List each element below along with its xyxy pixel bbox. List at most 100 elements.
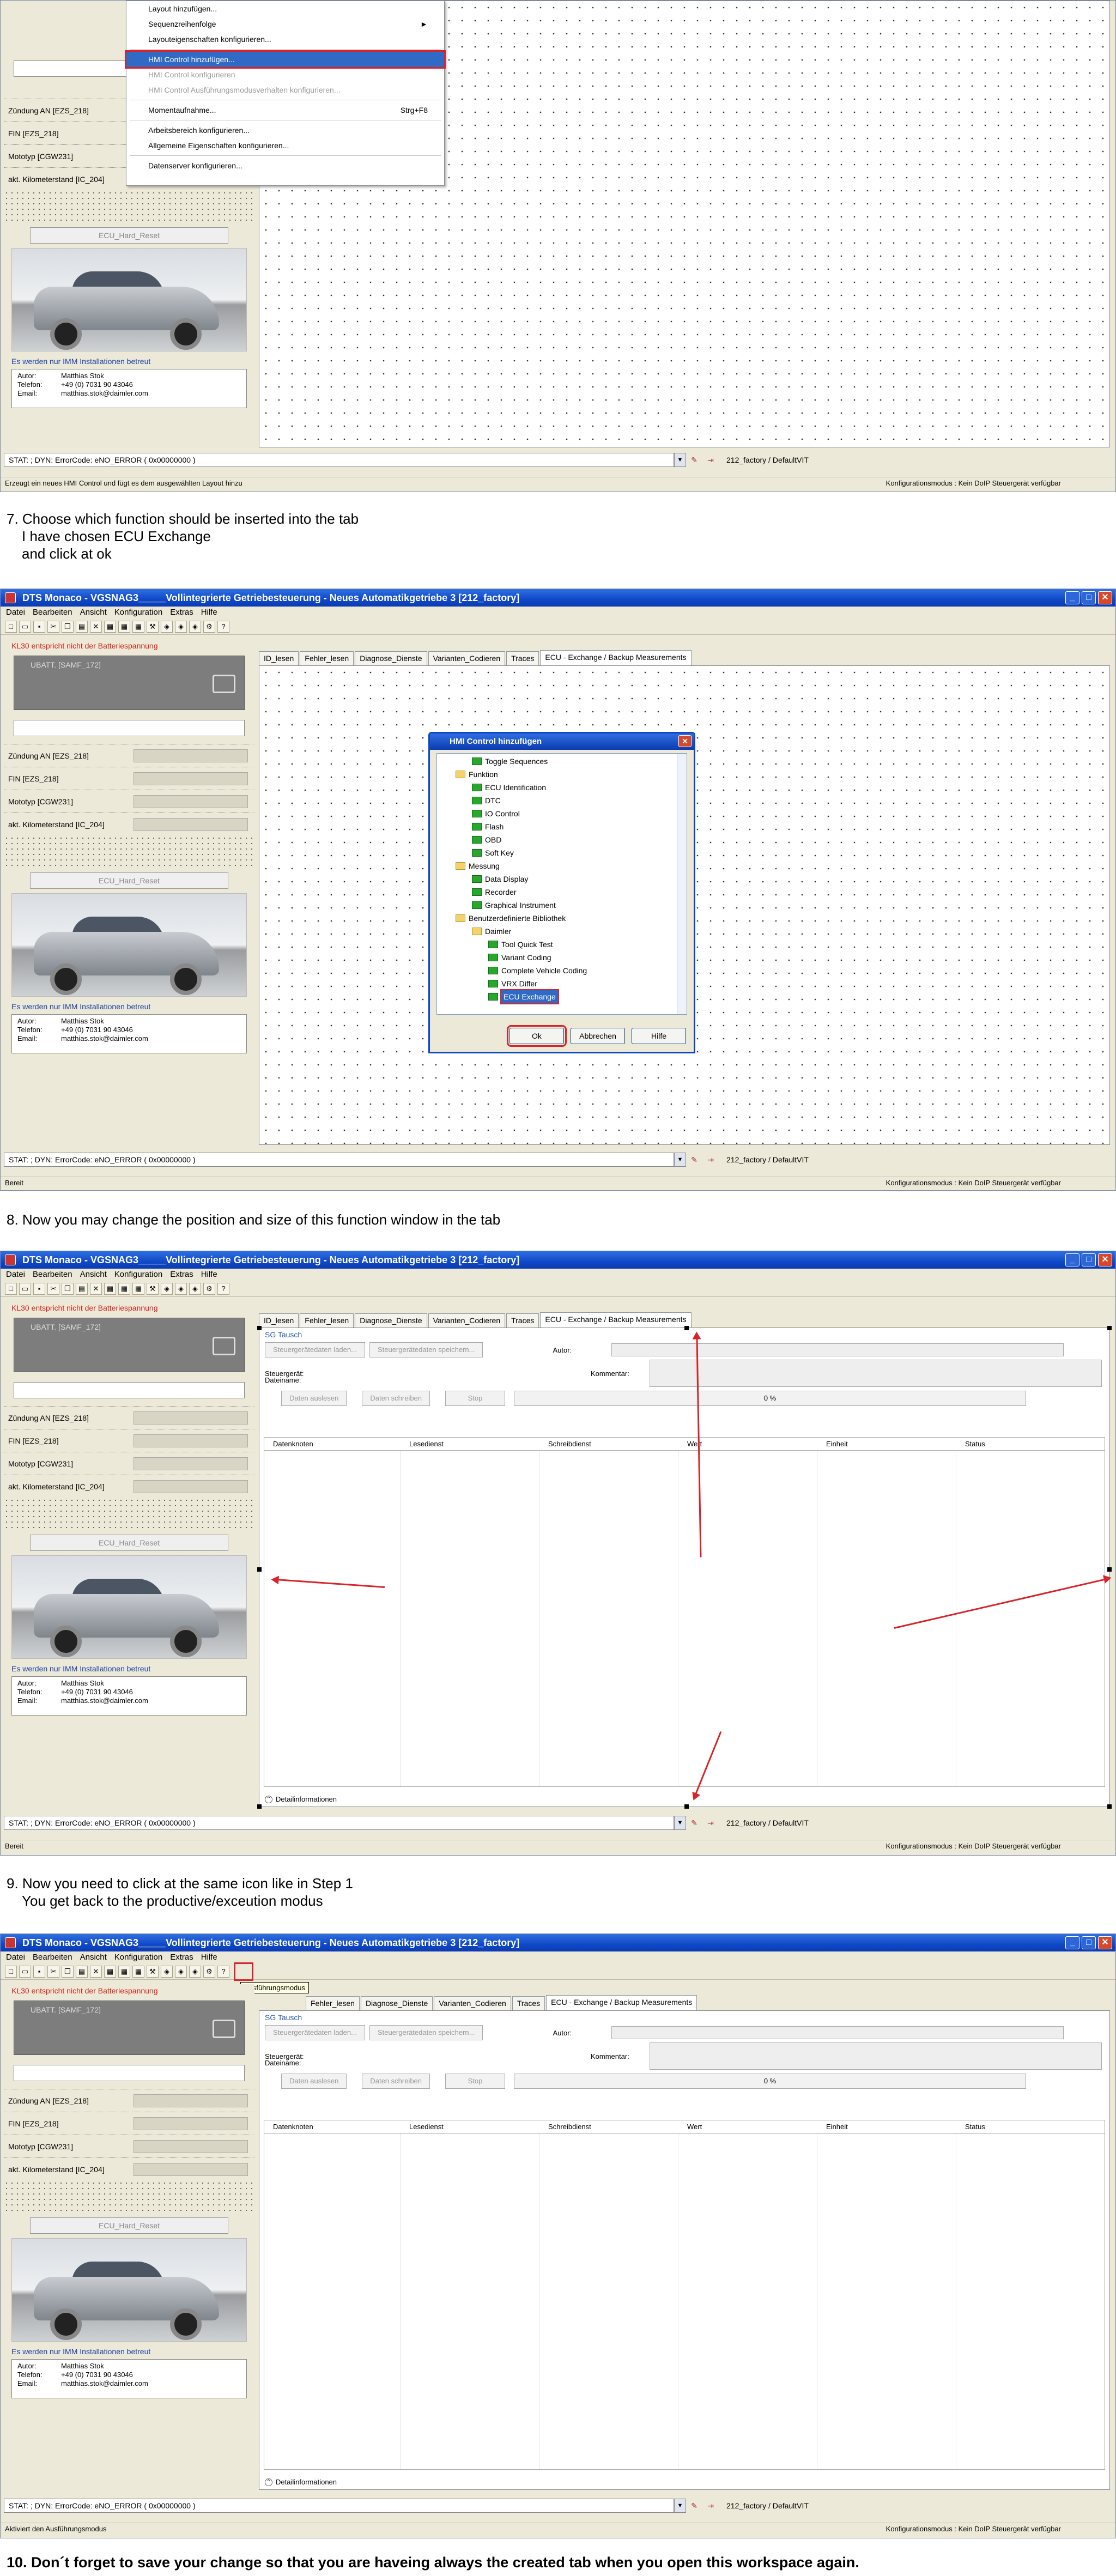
ecu2-icon[interactable]: ◈ <box>175 1283 187 1295</box>
menu-hilfe[interactable]: Hilfe <box>201 1951 217 1963</box>
ecu-hard-reset-button[interactable]: ECU_Hard_Reset <box>30 2217 228 2234</box>
resize-handle[interactable] <box>684 1804 689 1809</box>
tab-fehler-lesen[interactable]: Fehler_lesen <box>300 1313 354 1328</box>
new-icon[interactable]: □ <box>5 1966 17 1978</box>
load-data-button[interactable]: Steuergerätedaten laden... <box>265 1342 365 1357</box>
save-icon[interactable]: ▪ <box>33 621 45 633</box>
tree-node-dtc[interactable]: DTC <box>439 794 684 807</box>
comment-input[interactable] <box>650 1360 1102 1387</box>
menu-item-general-props[interactable]: Allgemeine Eigenschaften konfigurieren..… <box>126 138 444 153</box>
menu-extras[interactable]: Extras <box>170 1269 193 1281</box>
resize-handle[interactable] <box>257 1326 262 1330</box>
delete-icon[interactable]: ✕ <box>90 1966 102 1978</box>
write-data-button[interactable]: Daten schreiben <box>362 2074 430 2089</box>
menu-datei[interactable]: Datei <box>6 607 25 619</box>
paste-icon[interactable]: ▤ <box>76 1283 88 1295</box>
paste-icon[interactable]: ▤ <box>76 621 88 633</box>
copy-icon[interactable]: ❐ <box>62 1966 74 1978</box>
layout2-icon[interactable]: ▦ <box>118 1966 130 1978</box>
layout-icon[interactable]: ▦ <box>104 621 116 633</box>
menu-ansicht[interactable]: Ansicht <box>80 1951 107 1963</box>
menu-item-dataserver[interactable]: Datenserver konfigurieren... <box>126 158 444 173</box>
menu-bearbeiten[interactable]: Bearbeiten <box>33 1951 72 1963</box>
cut-icon[interactable]: ✂ <box>47 1966 59 1978</box>
ecu-hard-reset-button[interactable]: ECU_Hard_Reset <box>30 1535 228 1551</box>
tab-id-lesen[interactable]: ID_lesen <box>259 651 299 665</box>
ecu-hard-reset-button[interactable]: ECU_Hard_Reset <box>30 872 228 889</box>
tree-node-vrx-differ[interactable]: VRX Differ <box>439 977 684 990</box>
copy-icon[interactable]: ❐ <box>62 621 74 633</box>
details-toggle[interactable]: ⌃ Detailinformationen <box>265 2478 337 2486</box>
open-icon[interactable]: ▭ <box>19 621 31 633</box>
minimize-icon[interactable]: _ <box>1065 1936 1079 1949</box>
menu-bearbeiten[interactable]: Bearbeiten <box>33 1269 72 1281</box>
author-input[interactable] <box>611 1343 1064 1356</box>
tools-icon[interactable]: ✎ <box>686 456 702 465</box>
delete-icon[interactable]: ✕ <box>90 621 102 633</box>
help-button[interactable]: Hilfe <box>632 1028 686 1044</box>
menu-konfiguration[interactable]: Konfiguration <box>114 1269 162 1281</box>
tab-diagnose[interactable]: Diagnose_Dienste <box>355 651 427 665</box>
chevron-down-icon[interactable]: ▼ <box>674 2499 686 2513</box>
execution-mode-icon[interactable]: ⚒ <box>147 1966 159 1978</box>
tab-ecu-exchange[interactable]: ECU - Exchange / Backup Measurements <box>540 1312 692 1328</box>
resize-handle[interactable] <box>684 1326 689 1330</box>
ecu-icon[interactable]: ◈ <box>161 621 173 633</box>
tab-diagnose[interactable]: Diagnose_Dienste <box>355 1313 427 1328</box>
menu-item-layout-props[interactable]: Layouteigenschaften konfigurieren... <box>126 32 444 47</box>
tree-node-tool-quick-test[interactable]: Tool Quick Test <box>439 938 684 951</box>
menu-hilfe[interactable]: Hilfe <box>201 607 217 619</box>
mode-icon[interactable]: ⚒ <box>147 621 159 633</box>
minimize-icon[interactable]: _ <box>1065 1253 1079 1266</box>
chevron-down-icon[interactable]: ▼ <box>674 1153 686 1167</box>
layout3-icon[interactable]: ▦ <box>132 621 144 633</box>
write-data-button[interactable]: Daten schreiben <box>362 1391 430 1406</box>
tab-varianten[interactable]: Varianten_Codieren <box>428 651 506 665</box>
menu-konfiguration[interactable]: Konfiguration <box>114 1951 162 1963</box>
save-icon[interactable]: ▪ <box>33 1283 45 1295</box>
cut-icon[interactable]: ✂ <box>47 621 59 633</box>
mode-icon[interactable]: ⚒ <box>147 1283 159 1295</box>
close-icon[interactable]: ✕ <box>1098 1253 1112 1266</box>
tree-node-data-display[interactable]: Data Display <box>439 872 684 886</box>
tree-node-benutzer-bibliothek[interactable]: Benutzerdefinierte Bibliothek <box>439 912 684 925</box>
sg-tausch-panel[interactable]: SG Tausch Steuergerätedaten laden... Ste… <box>259 2010 1110 2490</box>
settings-icon[interactable]: ⚙ <box>203 1283 215 1295</box>
details-toggle[interactable]: ⌃ Detailinformationen <box>265 1795 337 1803</box>
paste-icon[interactable]: ▤ <box>76 1966 88 1978</box>
tree-node-daimler[interactable]: Daimler <box>439 925 684 938</box>
close-icon[interactable]: ✕ <box>1098 591 1112 604</box>
tree-node-obd[interactable]: OBD <box>439 833 684 846</box>
maximize-icon[interactable]: □ <box>1082 591 1096 604</box>
author-input[interactable] <box>611 2026 1064 2039</box>
menu-ansicht[interactable]: Ansicht <box>80 607 107 619</box>
tab-traces[interactable]: Traces <box>512 1996 545 2010</box>
tree-node-graphical-instrument[interactable]: Graphical Instrument <box>439 899 684 912</box>
settings-icon[interactable]: ⚙ <box>203 1966 215 1978</box>
menu-extras[interactable]: Extras <box>170 1951 193 1963</box>
open-icon[interactable]: ▭ <box>19 1283 31 1295</box>
tree-node-messung[interactable]: Messung <box>439 859 684 872</box>
tree-node-funktion[interactable]: Funktion <box>439 768 684 781</box>
tab-ecu-exchange[interactable]: ECU - Exchange / Backup Measurements <box>546 1995 698 2010</box>
ok-button[interactable]: Ok <box>507 1025 567 1047</box>
menu-extras[interactable]: Extras <box>170 607 193 619</box>
menu-item-layout-add[interactable]: Layout hinzufügen... <box>126 1 444 16</box>
tree-node-ecu-identification[interactable]: ECU Identification <box>439 781 684 794</box>
layout-icon[interactable]: ▦ <box>104 1966 116 1978</box>
tree-node-recorder[interactable]: Recorder <box>439 886 684 899</box>
menu-konfiguration[interactable]: Konfiguration <box>114 607 162 619</box>
ecu2-icon[interactable]: ◈ <box>175 621 187 633</box>
stop-button[interactable]: Stop <box>445 1391 506 1406</box>
ecu3-icon[interactable]: ◈ <box>189 621 201 633</box>
maximize-icon[interactable]: □ <box>1082 1936 1096 1949</box>
menu-datei[interactable]: Datei <box>6 1269 25 1281</box>
ecu2-icon[interactable]: ◈ <box>175 1966 187 1978</box>
help-icon[interactable]: ? <box>217 621 229 633</box>
ecu-icon[interactable]: ◈ <box>161 1966 173 1978</box>
tools-icon[interactable]: ✎ <box>686 2501 702 2511</box>
settings-icon[interactable]: ⚙ <box>203 621 215 633</box>
tab-fehler-lesen[interactable]: Fehler_lesen <box>306 1996 360 2010</box>
menu-item-hmi-exec-config[interactable]: HMI Control Ausführungsmodusverhalten ko… <box>126 82 444 98</box>
maximize-icon[interactable]: □ <box>1082 1253 1096 1266</box>
